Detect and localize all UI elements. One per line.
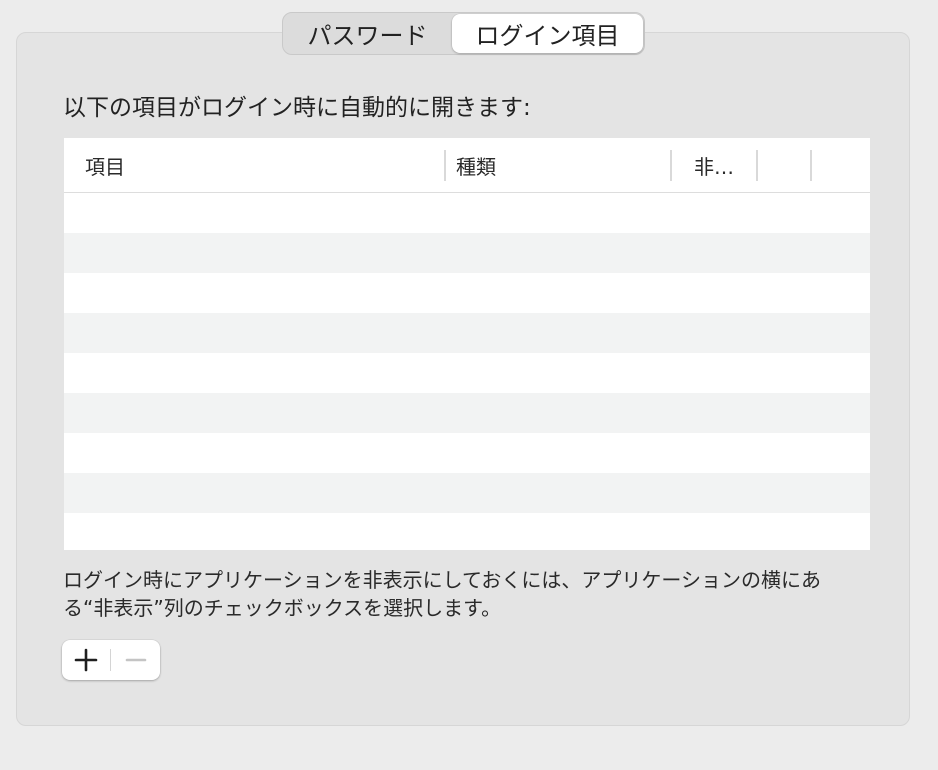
add-remove-buttons	[62, 640, 160, 680]
login-items-heading: 以下の項目がログイン時に自動的に開きます:	[63, 95, 531, 121]
login-items-preferences: パスワード ログイン項目 以下の項目がログイン時に自動的に開きます: 項目 種類…	[0, 0, 938, 770]
login-items-table[interactable]: 項目 種類 非…	[64, 138, 870, 550]
table-row	[64, 473, 870, 513]
plus-icon	[74, 648, 98, 672]
column-separator[interactable]	[670, 150, 672, 181]
tab-bar: パスワード ログイン項目	[282, 12, 645, 55]
table-row	[64, 273, 870, 313]
column-separator[interactable]	[756, 150, 758, 181]
hide-apps-note: ログイン時にアプリケーションを非表示にしておくには、アプリケーションの横にある“…	[63, 568, 821, 620]
table-row	[64, 513, 870, 550]
table-row	[64, 393, 870, 433]
table-row	[64, 353, 870, 393]
button-divider	[110, 649, 111, 671]
minus-icon	[125, 658, 147, 662]
table-row	[64, 233, 870, 273]
table-row	[64, 433, 870, 473]
column-header-extra-1[interactable]	[758, 138, 812, 192]
tab-password[interactable]: パスワード	[285, 14, 450, 53]
table-body	[64, 193, 870, 550]
column-header-item[interactable]: 項目	[64, 138, 446, 192]
column-separator[interactable]	[810, 150, 812, 181]
tab-login-items[interactable]: ログイン項目	[452, 14, 643, 53]
column-header-hide[interactable]: 非…	[672, 138, 758, 192]
column-header-extra-2[interactable]	[812, 138, 870, 192]
remove-item-button[interactable]	[112, 640, 160, 680]
column-separator[interactable]	[444, 150, 446, 181]
table-header: 項目 種類 非…	[64, 138, 870, 193]
table-row	[64, 193, 870, 233]
table-row	[64, 313, 870, 353]
add-item-button[interactable]	[62, 640, 110, 680]
column-header-kind[interactable]: 種類	[446, 138, 672, 192]
